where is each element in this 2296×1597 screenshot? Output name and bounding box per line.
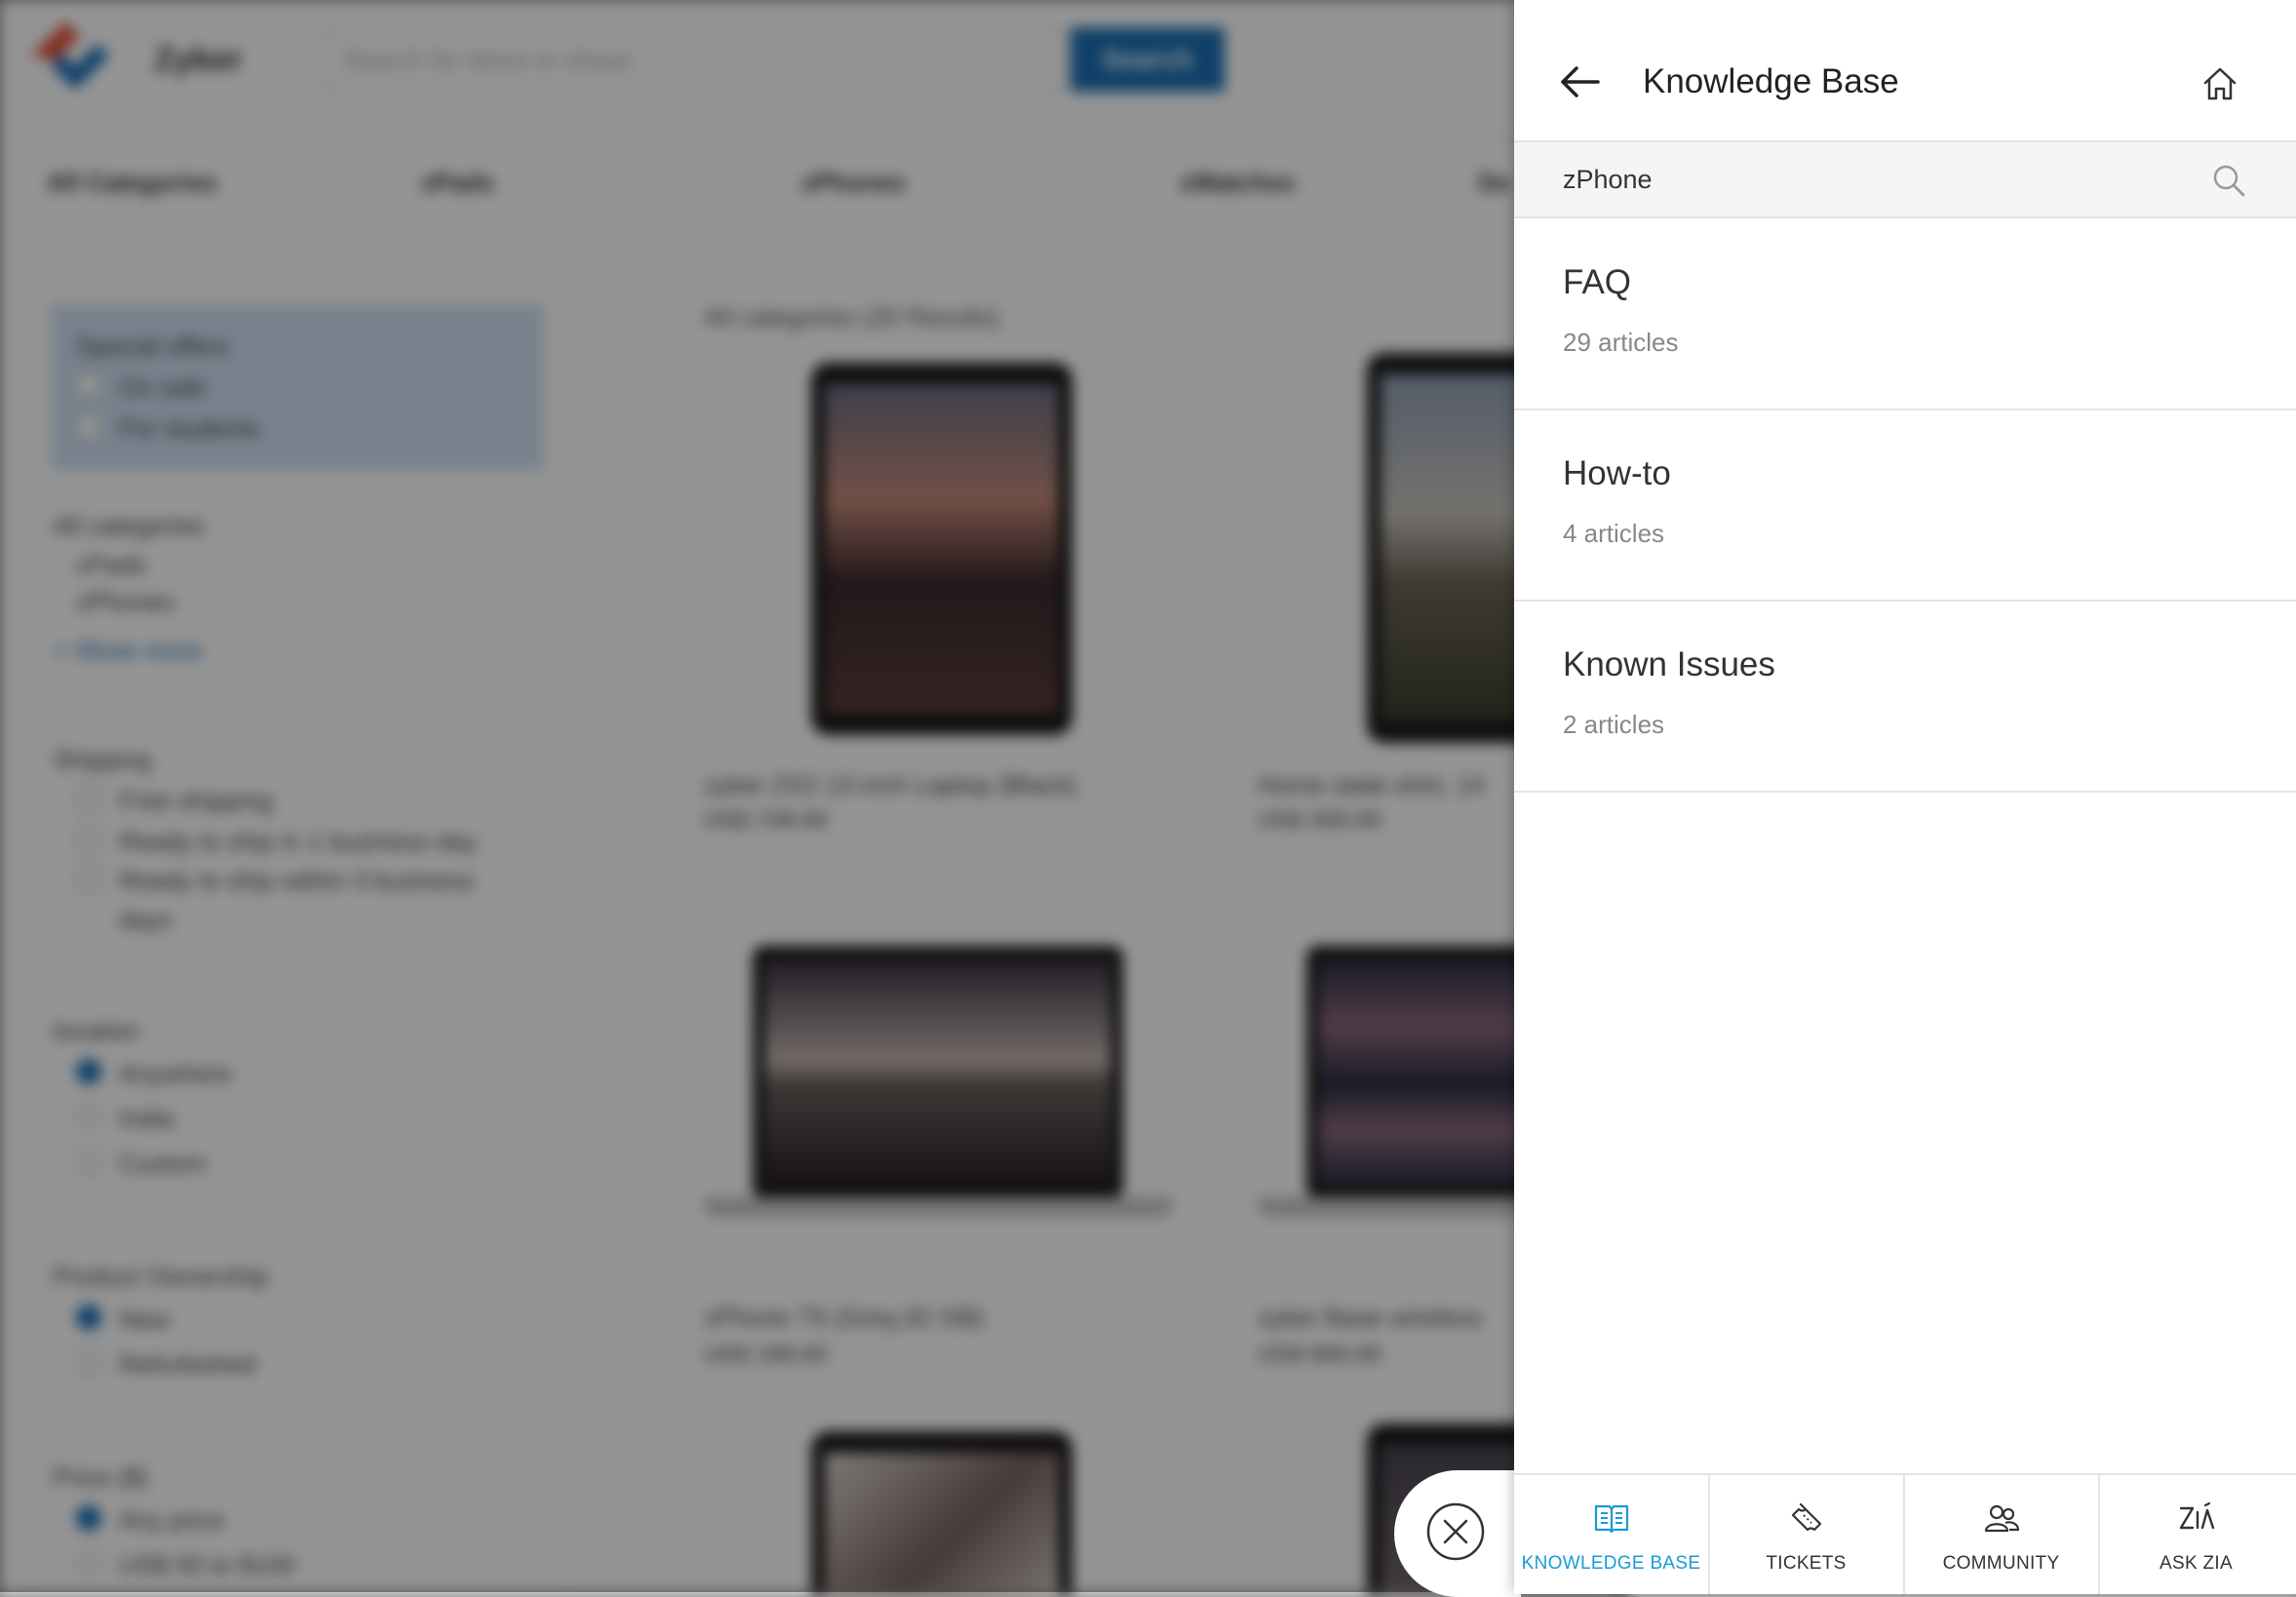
tab-label: COMMUNITY <box>1942 1553 2060 1574</box>
close-icon[interactable] <box>1425 1501 1486 1562</box>
category-article-count: 4 articles <box>1563 519 1665 548</box>
bottom-tab-bar: KNOWLEDGE BASE TICKETS COMMUNITY ASK ZIA <box>1514 1473 2296 1594</box>
kb-search-input[interactable] <box>1561 152 2189 207</box>
category-article-count: 2 articles <box>1563 710 1665 739</box>
tab-community[interactable]: COMMUNITY <box>1904 1475 2100 1594</box>
category-name: How-to <box>1563 454 1671 492</box>
kb-category-faq[interactable]: FAQ 29 articles <box>1514 218 2296 410</box>
kb-search-bar <box>1514 142 2296 218</box>
ticket-icon <box>1791 1502 1822 1532</box>
tab-ask-zia[interactable]: ASK ZIA <box>2099 1475 2293 1594</box>
back-arrow-icon[interactable] <box>1557 58 1604 105</box>
home-icon[interactable] <box>2200 64 2239 103</box>
panel-header: Knowledge Base <box>1514 0 2296 142</box>
book-icon <box>1594 1504 1629 1534</box>
close-bubble <box>1394 1470 1521 1597</box>
panel-title: Knowledge Base <box>1643 62 1899 100</box>
zia-icon <box>2179 1501 2215 1530</box>
tab-label: TICKETS <box>1766 1553 1847 1574</box>
tab-label: KNOWLEDGE BASE <box>1521 1553 1701 1574</box>
tab-knowledge-base[interactable]: KNOWLEDGE BASE <box>1514 1475 1710 1594</box>
search-icon[interactable] <box>2210 162 2247 199</box>
kb-category-how-to[interactable]: How-to 4 articles <box>1514 409 2296 602</box>
tab-tickets[interactable]: TICKETS <box>1709 1475 1905 1594</box>
kb-category-known-issues[interactable]: Known Issues 2 articles <box>1514 601 2296 793</box>
help-widget-panel: Knowledge Base FAQ 29 articles How-to 4 … <box>1514 0 2296 1594</box>
category-article-count: 29 articles <box>1563 328 1679 357</box>
tab-label: ASK ZIA <box>2160 1553 2233 1574</box>
community-icon <box>1984 1504 2020 1533</box>
category-name: FAQ <box>1563 263 1632 301</box>
category-name: Known Issues <box>1563 645 1775 683</box>
